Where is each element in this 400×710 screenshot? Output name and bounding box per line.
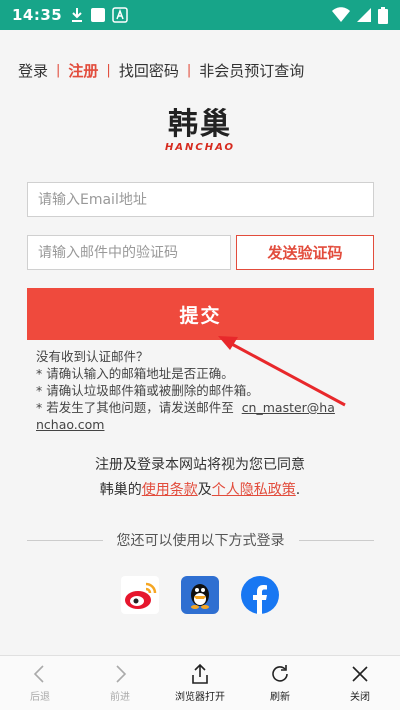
open-in-browser-label: 浏览器打开 <box>175 692 225 703</box>
refresh-icon <box>272 665 288 682</box>
support-email-link-cont[interactable]: nchao.com <box>36 417 104 432</box>
forward-button[interactable]: 前进 <box>80 656 160 710</box>
logo-english: HANCHAO <box>164 142 236 153</box>
back-button[interactable]: 后退 <box>0 656 80 710</box>
support-email-link[interactable]: cn_master@ha <box>242 400 335 415</box>
agreement-prefix: 韩巢的 <box>99 482 142 498</box>
refresh-label: 刷新 <box>270 692 290 703</box>
help-text: 没有收到认证邮件？ * 请确认输入的邮箱地址是否正确。 * 请确认垃圾邮件箱或被… <box>36 348 335 433</box>
chevron-left-icon <box>33 665 44 683</box>
app-notification-icon <box>91 8 106 22</box>
logo-chinese: 韩巢 <box>168 107 232 142</box>
social-login <box>0 576 400 614</box>
top-nav: 登录 | 注册 | 找回密码 | 非会员预订查询 <box>18 60 304 81</box>
chevron-right-icon <box>116 665 127 683</box>
qq-icon[interactable] <box>181 576 219 614</box>
close-icon <box>352 666 368 682</box>
send-code-button[interactable]: 发送验证码 <box>236 235 374 270</box>
back-label: 后退 <box>30 692 50 703</box>
privacy-policy-link[interactable]: 个人隐私政策 <box>212 482 296 498</box>
nav-register-link[interactable]: 注册 <box>68 60 98 81</box>
app-a-icon <box>112 7 128 23</box>
nav-separator: | <box>56 63 61 78</box>
divider-line <box>298 539 374 541</box>
help-line-3: * 若发生了其他问题，请发送邮件至 <box>36 400 234 415</box>
help-title: 没有收到认证邮件？ <box>36 349 149 364</box>
signal-icon <box>357 8 371 22</box>
help-line-2: * 请确认垃圾邮件箱或被删除的邮件箱。 <box>36 383 259 398</box>
email-field[interactable] <box>27 182 374 217</box>
divider-line <box>27 539 103 541</box>
terms-link[interactable]: 使用条款 <box>142 482 198 498</box>
nav-separator: | <box>186 63 192 78</box>
agreement-end: . <box>295 482 301 498</box>
verification-code-field[interactable] <box>27 235 231 270</box>
agreement-and: 及 <box>197 482 212 498</box>
divider-text: 您还可以使用以下方式登录 <box>116 533 285 549</box>
open-in-browser-button[interactable]: 浏览器打开 <box>160 656 240 710</box>
nav-separator: | <box>106 63 111 78</box>
status-time: 14:35 <box>12 6 63 24</box>
download-icon <box>72 8 83 22</box>
close-label: 关闭 <box>350 692 370 703</box>
help-line-1: * 请确认输入的邮箱地址是否正确。 <box>36 366 234 381</box>
nav-guest-booking-link[interactable]: 非会员预订查询 <box>199 60 304 81</box>
wifi-icon <box>332 7 350 22</box>
agreement-text: 注册及登录本网站将视为您已同意 韩巢的使用条款及个人隐私政策. <box>0 453 400 503</box>
status-bar: 14:35 <box>0 0 400 30</box>
submit-button[interactable]: 提交 <box>27 288 374 340</box>
weibo-icon[interactable] <box>121 576 159 614</box>
logo: 韩巢 HANCHAO <box>0 107 400 154</box>
facebook-icon[interactable] <box>241 576 279 614</box>
agreement-line-1: 注册及登录本网站将视为您已同意 <box>95 457 305 473</box>
nav-recover-password-link[interactable]: 找回密码 <box>119 60 179 81</box>
bottom-toolbar: 后退 前进 浏览器打开 刷新 关闭 <box>0 655 400 710</box>
share-icon <box>192 663 208 684</box>
battery-icon <box>378 6 388 24</box>
alt-login-divider: 您还可以使用以下方式登录 <box>27 530 374 550</box>
refresh-button[interactable]: 刷新 <box>240 656 320 710</box>
forward-label: 前进 <box>110 692 130 703</box>
close-button[interactable]: 关闭 <box>320 656 400 710</box>
nav-login-link[interactable]: 登录 <box>18 60 48 81</box>
